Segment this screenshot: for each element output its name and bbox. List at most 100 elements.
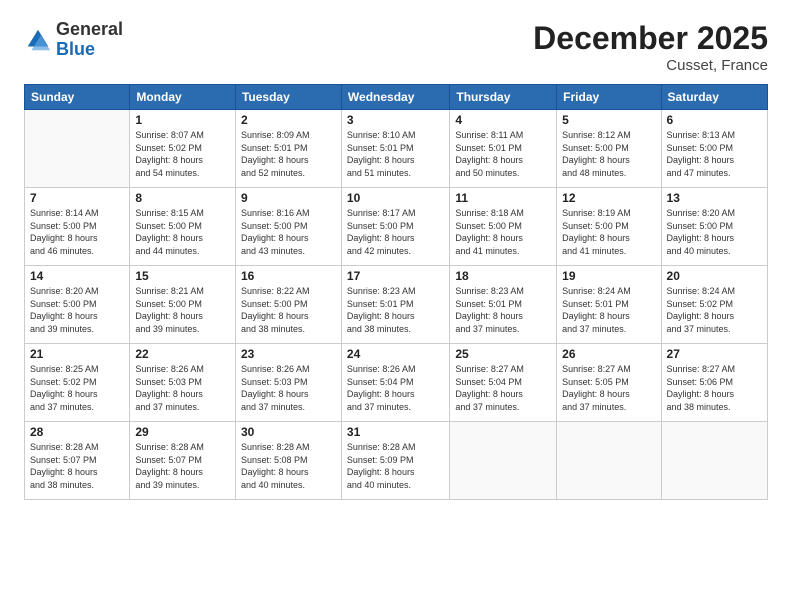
logo-text: General Blue: [56, 20, 123, 60]
day-number: 28: [30, 425, 124, 439]
calendar-header-sunday: Sunday: [25, 85, 130, 110]
day-number: 16: [241, 269, 336, 283]
day-info: Sunrise: 8:27 AMSunset: 5:06 PMDaylight:…: [667, 363, 762, 413]
day-info: Sunrise: 8:26 AMSunset: 5:03 PMDaylight:…: [241, 363, 336, 413]
calendar-cell: 9 Sunrise: 8:16 AMSunset: 5:00 PMDaylight…: [235, 188, 341, 266]
calendar-header-saturday: Saturday: [661, 85, 767, 110]
day-number: 19: [562, 269, 655, 283]
day-info: Sunrise: 8:23 AMSunset: 5:01 PMDaylight:…: [347, 285, 444, 335]
day-number: 5: [562, 113, 655, 127]
day-info: Sunrise: 8:28 AMSunset: 5:09 PMDaylight:…: [347, 441, 444, 491]
calendar-cell: 21 Sunrise: 8:25 AMSunset: 5:02 PMDayligh…: [25, 344, 130, 422]
logo-icon: [24, 26, 52, 54]
day-info: Sunrise: 8:27 AMSunset: 5:04 PMDaylight:…: [455, 363, 551, 413]
calendar-cell: 26 Sunrise: 8:27 AMSunset: 5:05 PMDayligh…: [557, 344, 661, 422]
calendar-cell: 13Sunrise: 8:20 AMSunset: 5:00 PMDayligh…: [661, 188, 767, 266]
calendar-header-thursday: Thursday: [450, 85, 557, 110]
page: General Blue December 2025 Cusset, Franc…: [0, 0, 792, 612]
week-row-4: 21 Sunrise: 8:25 AMSunset: 5:02 PMDayligh…: [25, 344, 768, 422]
day-number: 2: [241, 113, 336, 127]
calendar-cell: [557, 422, 661, 500]
month-title: December 2025: [533, 20, 768, 57]
day-info: Sunrise: 8:16 AMSunset: 5:00 PMDaylight:…: [241, 207, 336, 257]
calendar-cell: 14Sunrise: 8:20 AMSunset: 5:00 PMDayligh…: [25, 266, 130, 344]
day-number: 10: [347, 191, 444, 205]
day-number: 27: [667, 347, 762, 361]
day-number: 25: [455, 347, 551, 361]
day-info: Sunrise: 8:28 AMSunset: 5:07 PMDaylight:…: [30, 441, 124, 491]
calendar-cell: 29Sunrise: 8:28 AMSunset: 5:07 PMDayligh…: [130, 422, 236, 500]
day-number: 26: [562, 347, 655, 361]
day-info: Sunrise: 8:09 AMSunset: 5:01 PMDaylight:…: [241, 129, 336, 179]
day-info: Sunrise: 8:17 AMSunset: 5:00 PMDaylight:…: [347, 207, 444, 257]
calendar-cell: 8 Sunrise: 8:15 AMSunset: 5:00 PMDaylight…: [130, 188, 236, 266]
calendar-cell: 1Sunrise: 8:07 AMSunset: 5:02 PMDaylight…: [130, 110, 236, 188]
day-number: 8: [135, 191, 230, 205]
day-info: Sunrise: 8:21 AMSunset: 5:00 PMDaylight:…: [135, 285, 230, 335]
day-number: 4: [455, 113, 551, 127]
day-number: 14: [30, 269, 124, 283]
calendar-cell: 19 Sunrise: 8:24 AMSunset: 5:01 PMDayligh…: [557, 266, 661, 344]
calendar-cell: 11 Sunrise: 8:18 AMSunset: 5:00 PMDayligh…: [450, 188, 557, 266]
day-number: 17: [347, 269, 444, 283]
day-info: Sunrise: 8:07 AMSunset: 5:02 PMDaylight:…: [135, 129, 230, 179]
calendar-header-wednesday: Wednesday: [341, 85, 449, 110]
day-number: 3: [347, 113, 444, 127]
day-number: 13: [667, 191, 762, 205]
day-info: Sunrise: 8:11 AMSunset: 5:01 PMDaylight:…: [455, 129, 551, 179]
day-info: Sunrise: 8:25 AMSunset: 5:02 PMDaylight:…: [30, 363, 124, 413]
day-info: Sunrise: 8:10 AMSunset: 5:01 PMDaylight:…: [347, 129, 444, 179]
location: Cusset, France: [533, 57, 768, 74]
day-info: Sunrise: 8:26 AMSunset: 5:04 PMDaylight:…: [347, 363, 444, 413]
calendar-cell: 18 Sunrise: 8:23 AMSunset: 5:01 PMDayligh…: [450, 266, 557, 344]
calendar-cell: 23 Sunrise: 8:26 AMSunset: 5:03 PMDayligh…: [235, 344, 341, 422]
day-info: Sunrise: 8:22 AMSunset: 5:00 PMDaylight:…: [241, 285, 336, 335]
day-info: Sunrise: 8:26 AMSunset: 5:03 PMDaylight:…: [135, 363, 230, 413]
calendar-cell: 27 Sunrise: 8:27 AMSunset: 5:06 PMDayligh…: [661, 344, 767, 422]
calendar-header-tuesday: Tuesday: [235, 85, 341, 110]
week-row-3: 14Sunrise: 8:20 AMSunset: 5:00 PMDayligh…: [25, 266, 768, 344]
day-number: 31: [347, 425, 444, 439]
header: General Blue December 2025 Cusset, Franc…: [24, 20, 768, 74]
day-info: Sunrise: 8:18 AMSunset: 5:00 PMDaylight:…: [455, 207, 551, 257]
day-number: 23: [241, 347, 336, 361]
calendar-cell: 7Sunrise: 8:14 AMSunset: 5:00 PMDaylight…: [25, 188, 130, 266]
title-block: December 2025 Cusset, France: [533, 20, 768, 74]
day-number: 6: [667, 113, 762, 127]
day-number: 21: [30, 347, 124, 361]
logo-general: General: [56, 20, 123, 40]
day-info: Sunrise: 8:14 AMSunset: 5:00 PMDaylight:…: [30, 207, 124, 257]
day-info: Sunrise: 8:15 AMSunset: 5:00 PMDaylight:…: [135, 207, 230, 257]
calendar-cell: 20Sunrise: 8:24 AMSunset: 5:02 PMDayligh…: [661, 266, 767, 344]
calendar-cell: 2 Sunrise: 8:09 AMSunset: 5:01 PMDaylight…: [235, 110, 341, 188]
logo-blue: Blue: [56, 40, 123, 60]
calendar-cell: 25 Sunrise: 8:27 AMSunset: 5:04 PMDayligh…: [450, 344, 557, 422]
calendar-cell: [450, 422, 557, 500]
day-number: 12: [562, 191, 655, 205]
calendar-cell: 17 Sunrise: 8:23 AMSunset: 5:01 PMDayligh…: [341, 266, 449, 344]
logo: General Blue: [24, 20, 123, 60]
calendar-cell: [25, 110, 130, 188]
calendar-cell: 24 Sunrise: 8:26 AMSunset: 5:04 PMDayligh…: [341, 344, 449, 422]
day-number: 20: [667, 269, 762, 283]
day-number: 24: [347, 347, 444, 361]
day-number: 9: [241, 191, 336, 205]
day-info: Sunrise: 8:19 AMSunset: 5:00 PMDaylight:…: [562, 207, 655, 257]
day-number: 22: [135, 347, 230, 361]
calendar-header-monday: Monday: [130, 85, 236, 110]
calendar-table: SundayMondayTuesdayWednesdayThursdayFrid…: [24, 84, 768, 500]
week-row-2: 7Sunrise: 8:14 AMSunset: 5:00 PMDaylight…: [25, 188, 768, 266]
day-number: 30: [241, 425, 336, 439]
calendar-cell: 28 Sunrise: 8:28 AMSunset: 5:07 PMDayligh…: [25, 422, 130, 500]
calendar-header-row: SundayMondayTuesdayWednesdayThursdayFrid…: [25, 85, 768, 110]
calendar-cell: 4 Sunrise: 8:11 AMSunset: 5:01 PMDaylight…: [450, 110, 557, 188]
day-info: Sunrise: 8:24 AMSunset: 5:01 PMDaylight:…: [562, 285, 655, 335]
day-number: 11: [455, 191, 551, 205]
day-number: 18: [455, 269, 551, 283]
calendar-cell: 15Sunrise: 8:21 AMSunset: 5:00 PMDayligh…: [130, 266, 236, 344]
day-info: Sunrise: 8:23 AMSunset: 5:01 PMDaylight:…: [455, 285, 551, 335]
day-info: Sunrise: 8:12 AMSunset: 5:00 PMDaylight:…: [562, 129, 655, 179]
day-info: Sunrise: 8:27 AMSunset: 5:05 PMDaylight:…: [562, 363, 655, 413]
calendar-cell: 31 Sunrise: 8:28 AMSunset: 5:09 PMDayligh…: [341, 422, 449, 500]
calendar-cell: 10 Sunrise: 8:17 AMSunset: 5:00 PMDayligh…: [341, 188, 449, 266]
